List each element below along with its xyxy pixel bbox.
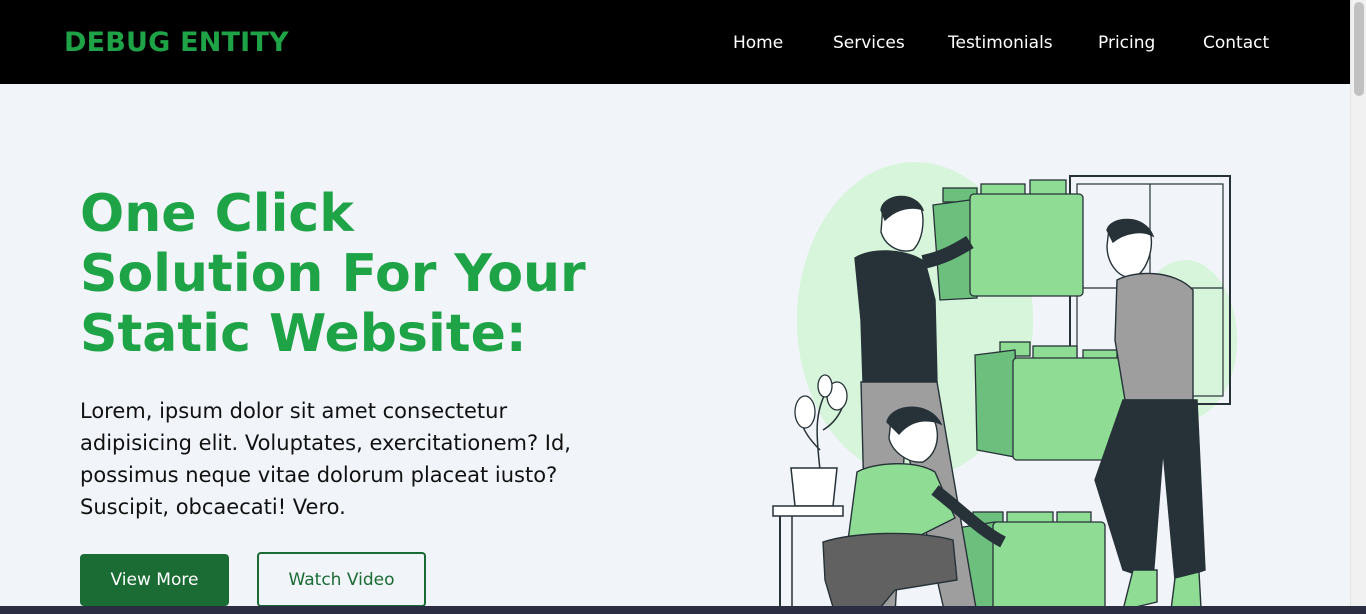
nav-link-pricing[interactable]: Pricing bbox=[1098, 33, 1155, 53]
watch-video-button[interactable]: Watch Video bbox=[257, 552, 426, 607]
nav-link-home[interactable]: Home bbox=[733, 33, 783, 53]
taskbar-strip bbox=[0, 606, 1366, 614]
hero-title-line-1: One Click bbox=[80, 184, 354, 244]
people-stacking-blocks-illustration bbox=[772, 162, 1237, 614]
view-more-button[interactable]: View More bbox=[80, 554, 229, 606]
scrollbar-thumb[interactable] bbox=[1354, 2, 1364, 96]
hero-title-line-3: Static Website: bbox=[80, 304, 527, 364]
navbar: DEBUG ENTITY Home Services Testimonials … bbox=[0, 0, 1350, 84]
nav-link-services[interactable]: Services bbox=[833, 33, 905, 53]
vertical-scrollbar[interactable] bbox=[1350, 0, 1366, 614]
hero-title-line-2: Solution For Your bbox=[80, 244, 586, 304]
nav-link-testimonials[interactable]: Testimonials bbox=[948, 33, 1053, 53]
hero-description: Lorem, ipsum dolor sit amet consectetur … bbox=[80, 399, 571, 519]
site-logo[interactable]: DEBUG ENTITY bbox=[64, 27, 289, 58]
nav-link-contact[interactable]: Contact bbox=[1203, 33, 1269, 53]
hero-title: One Click Solution For Your Static Websi… bbox=[80, 184, 640, 364]
